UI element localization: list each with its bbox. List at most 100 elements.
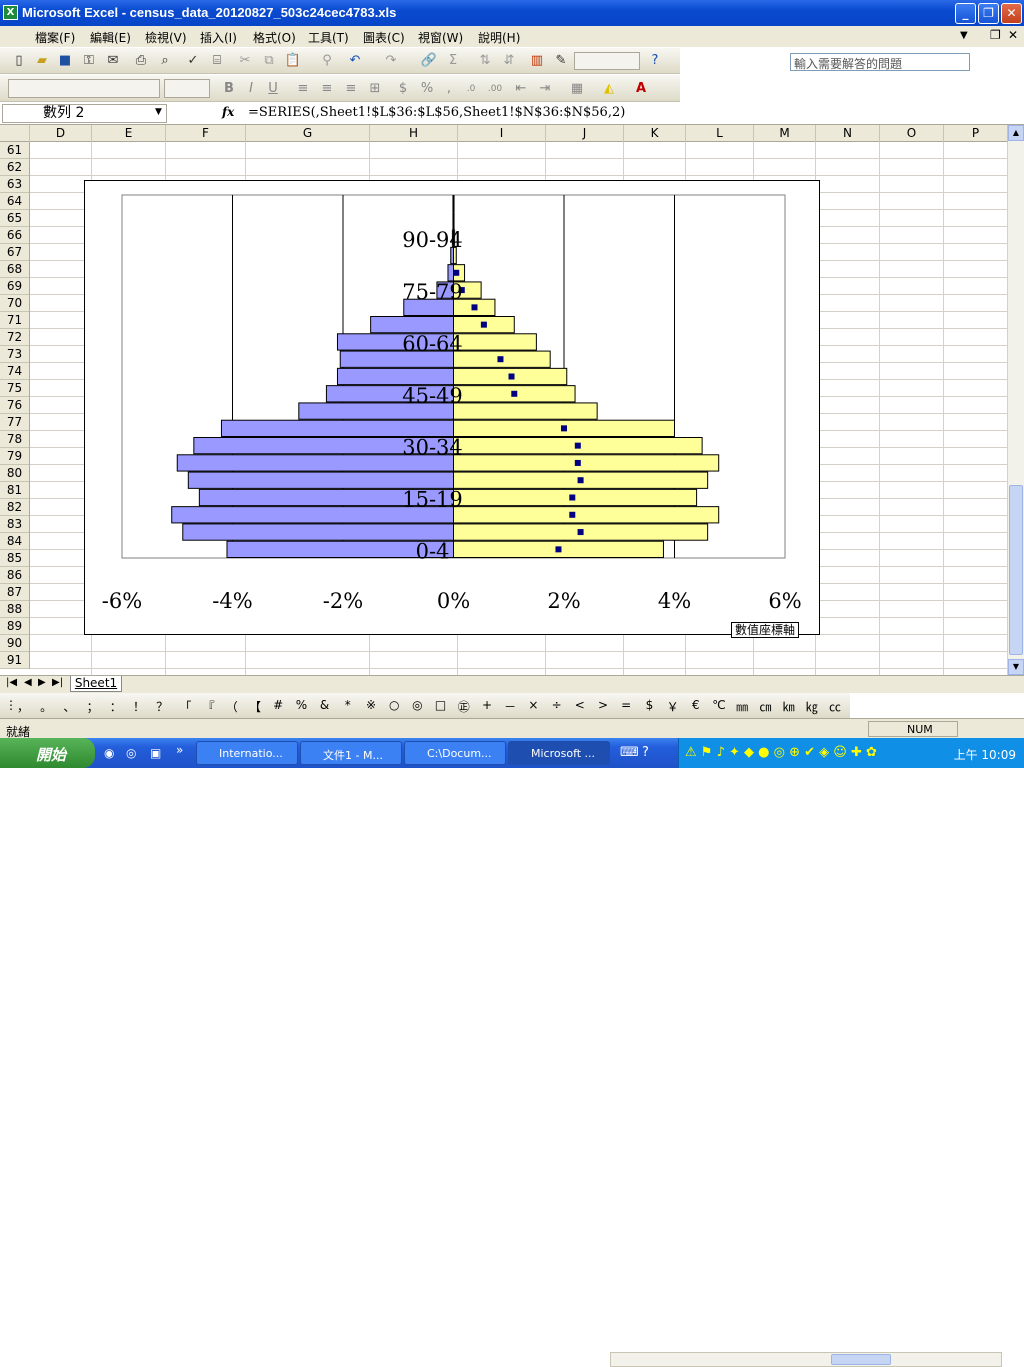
row-header[interactable]: 80 (0, 465, 30, 482)
row-header[interactable]: 73 (0, 346, 30, 363)
symbol-button[interactable]: ㏄ (826, 698, 844, 715)
quicklaunch-chrome-icon[interactable]: ◎ (126, 746, 136, 760)
row-header[interactable]: 87 (0, 584, 30, 601)
symbol-button[interactable]: ？ (153, 698, 171, 715)
row-header[interactable]: 67 (0, 244, 30, 261)
decrease-indent-icon[interactable]: ⇤ (512, 80, 530, 98)
column-header[interactable]: G (246, 125, 370, 142)
symbol-button[interactable]: > (594, 698, 612, 712)
bold-icon[interactable]: B (220, 80, 238, 98)
row-header[interactable]: 81 (0, 482, 30, 499)
row-header[interactable]: 74 (0, 363, 30, 380)
excel-app-icon[interactable]: X (3, 5, 18, 20)
underline-icon[interactable]: U (264, 80, 282, 98)
symbol-button[interactable]: < (571, 698, 589, 712)
italic-icon[interactable]: I (242, 80, 260, 98)
close-button[interactable]: ✕ (1001, 3, 1022, 24)
start-button[interactable]: 開始 (0, 738, 95, 768)
permission-icon[interactable]: ⚿ (80, 52, 98, 70)
menu-window[interactable]: 視窗(W) (418, 29, 463, 46)
save-icon[interactable]: ■ (56, 52, 74, 70)
column-header[interactable]: K (624, 125, 686, 142)
sort-desc-icon[interactable]: ⇵ (500, 52, 518, 70)
align-left-icon[interactable]: ≡ (294, 80, 312, 98)
restore-button[interactable]: ❐ (978, 3, 999, 24)
print-icon[interactable]: ⎙ (132, 52, 150, 70)
column-header[interactable]: F (166, 125, 246, 142)
copy-icon[interactable]: ⧉ (260, 52, 278, 70)
symbol-button[interactable]: × (524, 698, 542, 712)
new-icon[interactable]: ▯ (10, 52, 28, 70)
font-size-select[interactable] (164, 79, 210, 98)
symbol-button[interactable]: － (501, 698, 519, 715)
help-tray-icon[interactable]: ? (642, 745, 649, 760)
decrease-decimal-icon[interactable]: .00 (486, 80, 504, 98)
symbol-button[interactable]: ㊣ (455, 698, 473, 715)
align-right-icon[interactable]: ≡ (342, 80, 360, 98)
symbol-button[interactable]: ， (14, 698, 32, 715)
row-header[interactable]: 69 (0, 278, 30, 295)
row-header[interactable]: 66 (0, 227, 30, 244)
symbol-button[interactable]: ㎜ (733, 698, 751, 715)
next-sheet-icon[interactable]: ▶ (38, 677, 46, 688)
population-pyramid-chart[interactable]: -6% -4% -2% 0% 2% 4% 6% 0-4 15-19 30-34 45-49 60-64… (85, 181, 821, 636)
tab-sheet1[interactable]: Sheet1 (70, 676, 122, 692)
keyboard-icon[interactable]: ⌨ (620, 745, 639, 760)
percent-icon[interactable]: % (418, 80, 436, 98)
symbol-button[interactable]: ℃ (710, 698, 728, 712)
symbol-button[interactable]: 。 (37, 698, 55, 715)
symbol-button[interactable]: ㎏ (803, 698, 821, 715)
symbol-button[interactable]: ㎞ (780, 698, 798, 715)
symbol-button[interactable]: ： (107, 698, 125, 715)
paste-icon[interactable]: 📋 (284, 52, 302, 70)
fill-color-icon[interactable]: ◭ (600, 80, 618, 98)
column-header[interactable]: E (92, 125, 166, 142)
quicklaunch-more-icon[interactable]: » (176, 743, 183, 757)
row-header[interactable]: 62 (0, 159, 30, 176)
first-sheet-icon[interactable]: |◀ (6, 677, 17, 688)
row-header[interactable]: 85 (0, 550, 30, 567)
font-name-select[interactable] (8, 79, 160, 98)
increase-indent-icon[interactable]: ⇥ (536, 80, 554, 98)
scroll-up-icon[interactable]: ▲ (1008, 125, 1024, 141)
symbol-button[interactable]: ！ (130, 698, 148, 715)
email-icon[interactable]: ✉ (104, 52, 122, 70)
borders-icon[interactable]: ▦ (568, 80, 586, 98)
symbol-button[interactable]: * (339, 698, 357, 712)
symbol-button[interactable]: # (269, 698, 287, 712)
doc-close-icon[interactable]: ✕ (1008, 28, 1018, 42)
merge-center-icon[interactable]: ⊞ (366, 80, 384, 98)
row-header[interactable]: 86 (0, 567, 30, 584)
research-icon[interactable]: ⌸ (208, 52, 226, 70)
task-word[interactable]: 文件1 - M... (300, 741, 402, 765)
symbol-button[interactable]: ÷ (548, 698, 566, 712)
comma-icon[interactable]: , (440, 80, 458, 98)
row-header[interactable]: 82 (0, 499, 30, 516)
menu-chart[interactable]: 圖表(C) (363, 29, 405, 46)
symbol-button[interactable]: 、 (60, 698, 78, 715)
task-explorer[interactable]: C:\Docum... (404, 741, 506, 765)
horizontal-scrollbar[interactable] (610, 1352, 1002, 1367)
select-all-corner[interactable] (0, 125, 30, 142)
row-header[interactable]: 63 (0, 176, 30, 193)
row-header[interactable]: 76 (0, 397, 30, 414)
tray-icons[interactable]: ⚠ ⚑ ♪ ✦ ◆ ● ◎ ⊕ ✔ ◈ ☺ ✚ ✿ (685, 745, 877, 760)
row-header[interactable]: 78 (0, 431, 30, 448)
quicklaunch-desktop-icon[interactable]: ◉ (104, 746, 114, 760)
column-header[interactable]: H (370, 125, 458, 142)
menu-edit[interactable]: 編輯(E) (90, 29, 131, 46)
row-header[interactable]: 91 (0, 652, 30, 669)
row-header[interactable]: 83 (0, 516, 30, 533)
vertical-scrollbar[interactable]: ▲ ▼ (1008, 125, 1024, 675)
font-color-icon[interactable]: A (632, 80, 650, 98)
row-header[interactable]: 77 (0, 414, 30, 431)
chart-wizard-icon[interactable]: ▥ (528, 52, 546, 70)
vertical-scroll-thumb[interactable] (1009, 485, 1023, 655)
open-icon[interactable]: ▰ (33, 52, 51, 70)
symbol-button[interactable]: ◎ (408, 698, 426, 712)
menu-file[interactable]: 檔案(F) (35, 29, 75, 46)
symbol-button[interactable]: □ (432, 698, 450, 712)
menu-insert[interactable]: 插入(I) (200, 29, 237, 46)
align-center-icon[interactable]: ≡ (318, 80, 336, 98)
symbol-button[interactable]: ○ (385, 698, 403, 712)
